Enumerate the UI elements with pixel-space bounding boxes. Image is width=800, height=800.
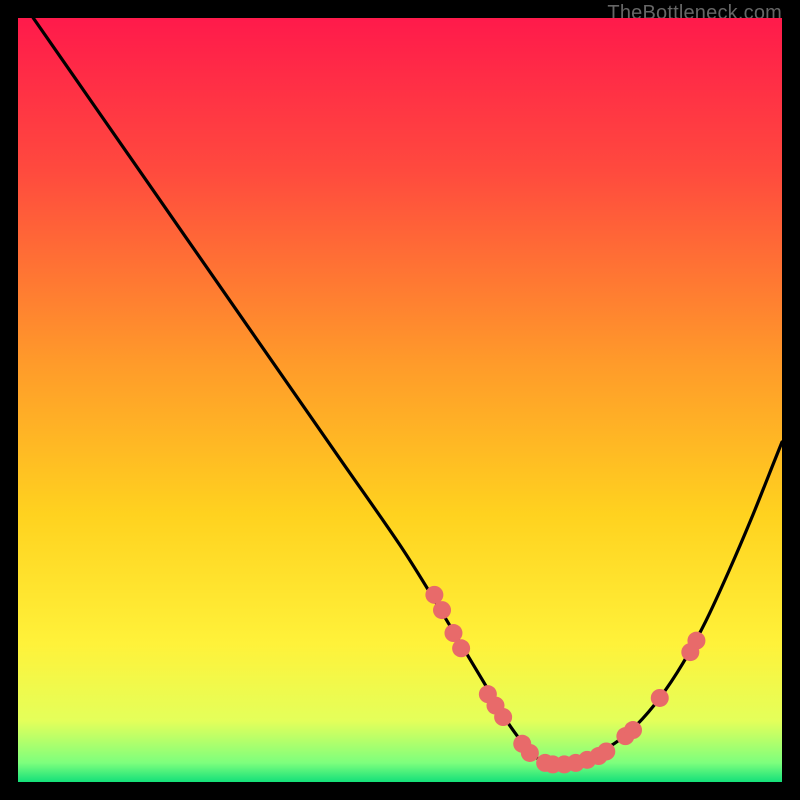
scatter-point [494, 708, 512, 726]
scatter-point [687, 632, 705, 650]
gradient-background [18, 18, 782, 782]
scatter-point [521, 744, 539, 762]
scatter-point [433, 601, 451, 619]
scatter-point [452, 639, 470, 657]
chart-frame: TheBottleneck.com [18, 18, 782, 782]
scatter-point [651, 689, 669, 707]
scatter-point [425, 586, 443, 604]
scatter-point [624, 721, 642, 739]
scatter-point [444, 624, 462, 642]
chart-svg [18, 18, 782, 782]
scatter-point [597, 742, 615, 760]
